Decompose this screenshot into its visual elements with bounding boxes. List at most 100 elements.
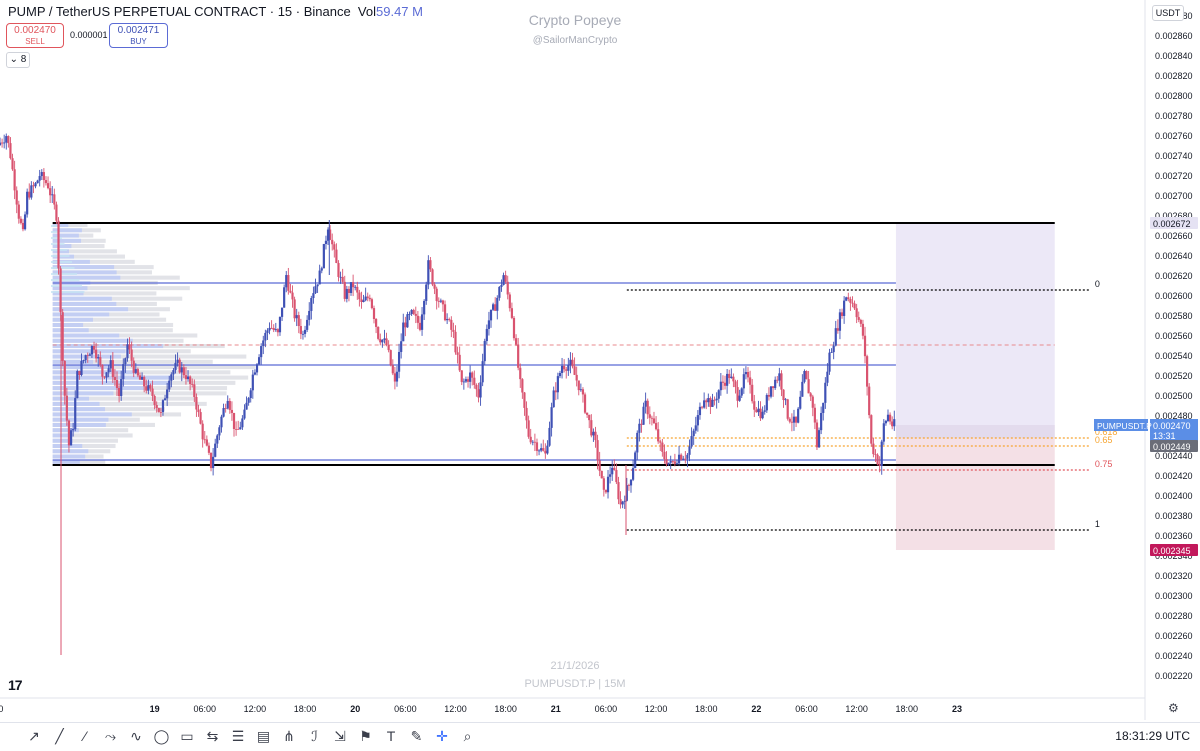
candle-body bbox=[186, 376, 190, 380]
indicators-collapse-button[interactable]: ⌄ 8 bbox=[6, 52, 30, 68]
candle-body bbox=[283, 287, 286, 308]
y-tick-label: 0.002360 bbox=[1155, 531, 1193, 541]
candle-body bbox=[138, 375, 142, 380]
candle-body bbox=[569, 359, 572, 366]
path-icon[interactable]: ⤳ bbox=[101, 726, 121, 746]
flag-icon[interactable]: ⚑ bbox=[356, 726, 376, 746]
wave-icon[interactable]: ∿ bbox=[126, 726, 146, 746]
candle-body bbox=[644, 400, 647, 407]
candle-body bbox=[853, 303, 856, 309]
candle-body bbox=[295, 315, 298, 319]
candle-body bbox=[268, 327, 271, 331]
candle-body bbox=[439, 300, 442, 302]
zoom-icon[interactable]: ⌕ bbox=[458, 726, 478, 746]
x-tick-label: 23 bbox=[952, 704, 962, 714]
candle-body bbox=[0, 142, 2, 145]
watermark-title: Crypto Popeye bbox=[528, 12, 622, 28]
candle-body bbox=[26, 191, 29, 215]
ray-icon[interactable]: ⁄ bbox=[75, 726, 95, 746]
candle-body bbox=[249, 390, 252, 399]
candle-body bbox=[306, 319, 309, 330]
candle-body bbox=[719, 381, 722, 391]
candle-body bbox=[11, 158, 14, 170]
candle-body bbox=[368, 297, 371, 300]
pattern-icon[interactable]: ⇆ bbox=[203, 726, 223, 746]
measure-icon[interactable]: ⇲ bbox=[330, 726, 350, 746]
candle-body bbox=[379, 338, 382, 343]
candle-body bbox=[631, 468, 635, 480]
candle-body bbox=[529, 436, 532, 443]
candle-body bbox=[579, 389, 582, 391]
fib-retracement-icon[interactable]: ☰ bbox=[228, 726, 248, 746]
rectangle-icon[interactable]: ▭ bbox=[177, 726, 197, 746]
candle-body bbox=[573, 366, 576, 375]
candle-body bbox=[583, 394, 587, 413]
candle-body bbox=[565, 369, 568, 371]
utc-clock[interactable]: 18:31:29 UTC bbox=[1115, 729, 1190, 743]
candle-body bbox=[416, 315, 419, 323]
candle-body bbox=[101, 364, 104, 377]
candle-body bbox=[147, 385, 150, 391]
indicator-count: 8 bbox=[20, 54, 27, 65]
tradingview-logo[interactable]: 17 bbox=[8, 677, 23, 693]
candle-body bbox=[661, 442, 664, 452]
candle-body bbox=[535, 442, 539, 451]
trendline-icon[interactable]: ╱ bbox=[50, 726, 70, 746]
brush-icon[interactable]: ✎ bbox=[407, 726, 427, 746]
candle-body bbox=[469, 372, 472, 382]
candle-body bbox=[817, 430, 821, 448]
candle-body bbox=[738, 395, 741, 401]
candle-body bbox=[460, 370, 463, 382]
candle-body bbox=[794, 416, 798, 423]
volume-profile-buy-bar bbox=[52, 307, 129, 312]
candle-body bbox=[5, 136, 8, 143]
candle-body bbox=[759, 408, 762, 419]
candle-body bbox=[406, 314, 409, 328]
candle-body bbox=[851, 302, 854, 304]
gear-icon[interactable]: ⚙ bbox=[1168, 701, 1179, 715]
y-tick-label: 0.002580 bbox=[1155, 311, 1193, 321]
candle-body bbox=[374, 318, 378, 327]
candle-body bbox=[400, 341, 403, 352]
candle-body bbox=[870, 415, 873, 444]
candle-body bbox=[788, 418, 791, 422]
candle-body bbox=[682, 458, 685, 460]
x-tick-label: 06:00 bbox=[394, 704, 417, 714]
candle-body bbox=[235, 428, 238, 430]
x-tick-label: 06:00 bbox=[595, 704, 618, 714]
candle-body bbox=[456, 352, 459, 355]
text-icon[interactable]: T bbox=[381, 726, 401, 746]
candle-body bbox=[450, 319, 453, 330]
volume-profile-tail bbox=[50, 267, 75, 269]
candle-body bbox=[153, 395, 156, 405]
candle-body bbox=[780, 373, 783, 390]
drawing-toolbar: ↗ ╱ ⁄ ⤳ ∿ ◯ ▭ ⇆ ☰ ▤ ⋔ ℐ ⇲ ⚑ T ✎ ✛ ⌕ 18:31:29 UTC bbox=[0, 722, 1200, 751]
candle-body bbox=[500, 285, 503, 287]
candle-body bbox=[65, 395, 68, 421]
pitchfork-icon[interactable]: ⋔ bbox=[279, 726, 299, 746]
candle-body bbox=[466, 379, 470, 382]
bar-countdown: 13:31 bbox=[1153, 431, 1176, 441]
candle-body bbox=[111, 360, 114, 378]
circle-icon[interactable]: ◯ bbox=[152, 726, 172, 746]
cursor-icon[interactable]: ↗ bbox=[24, 726, 44, 746]
candle-body bbox=[40, 172, 43, 177]
candle-body bbox=[345, 288, 348, 299]
candle-body bbox=[103, 376, 106, 378]
candle-body bbox=[320, 268, 323, 271]
candle-body bbox=[216, 435, 219, 444]
candle-body bbox=[82, 360, 85, 362]
candle-body bbox=[44, 180, 48, 184]
price-chart[interactable]: 0.0028800.0028600.0028400.0028200.002800… bbox=[0, 0, 1200, 750]
fib-channel-icon[interactable]: ▤ bbox=[254, 726, 274, 746]
candle-body bbox=[849, 299, 852, 303]
y-tick-label: 0.002760 bbox=[1155, 131, 1193, 141]
currency-selector[interactable]: USDT bbox=[1152, 5, 1184, 21]
candle-body bbox=[278, 316, 282, 333]
candle-body bbox=[435, 288, 438, 301]
curve-icon[interactable]: ℐ bbox=[305, 726, 325, 746]
candle-body bbox=[180, 367, 183, 373]
y-tick-label: 0.002300 bbox=[1155, 591, 1193, 601]
crosshair-icon[interactable]: ✛ bbox=[432, 726, 452, 746]
candle-body bbox=[437, 300, 440, 302]
